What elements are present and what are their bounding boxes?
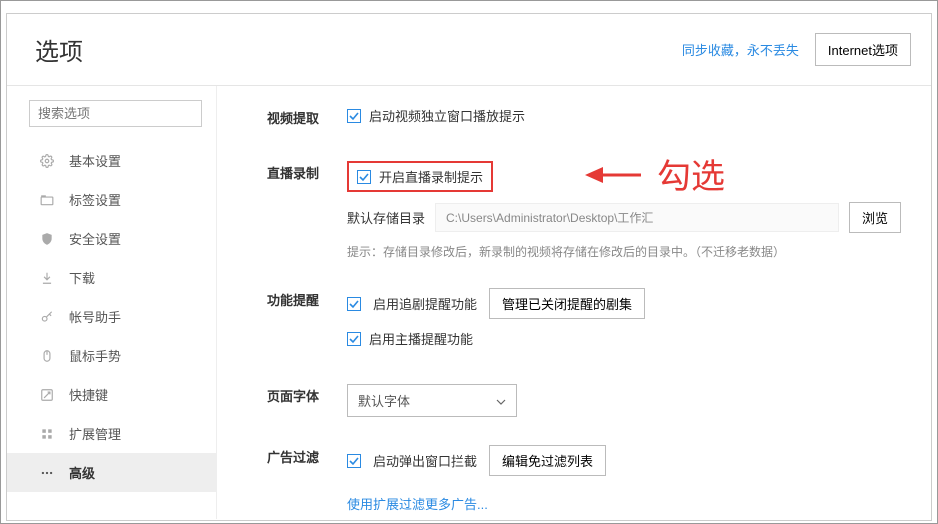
sidebar-item-label: 快捷键: [69, 385, 108, 404]
extension-icon: [39, 426, 55, 442]
sidebar-item-label: 帐号助手: [69, 307, 121, 326]
shield-icon: [39, 231, 55, 247]
sidebar-item-label: 基本设置: [69, 151, 121, 170]
dots-icon: [39, 465, 55, 481]
chevron-down-icon: [496, 393, 506, 408]
checkbox-live-record-label: 开启直播录制提示: [379, 167, 483, 186]
header: 选项 同步收藏，永不丢失 Internet选项: [7, 14, 931, 86]
sidebar-item-download[interactable]: 下载: [7, 258, 216, 297]
shortcut-icon: [39, 387, 55, 403]
sync-favorites-link[interactable]: 同步收藏，永不丢失: [682, 40, 799, 59]
content-panel: 视频提取 启动视频独立窗口播放提示 直播录制 开启直播录制提示: [217, 86, 931, 519]
checkbox-streamer-reminder-label: 启用主播提醒功能: [369, 329, 473, 348]
storage-dir-label: 默认存储目录: [347, 208, 425, 227]
page-title: 选项: [35, 32, 83, 67]
gear-icon: [39, 153, 55, 169]
sidebar: 基本设置标签设置安全设置下载帐号助手鼠标手势快捷键扩展管理高级: [7, 86, 217, 519]
sidebar-item-label: 安全设置: [69, 229, 121, 248]
sidebar-item-label: 扩展管理: [69, 424, 121, 443]
checkbox-popup-block[interactable]: [347, 454, 361, 468]
sidebar-item-gear[interactable]: 基本设置: [7, 141, 216, 180]
sidebar-item-label: 鼠标手势: [69, 346, 121, 365]
sidebar-item-label: 高级: [69, 463, 95, 482]
sidebar-item-label: 下载: [69, 268, 95, 287]
font-select[interactable]: 默认字体: [347, 384, 517, 417]
download-icon: [39, 270, 55, 286]
tab-icon: [39, 192, 55, 208]
section-reminder-label: 功能提醒: [267, 288, 347, 309]
section-font-label: 页面字体: [267, 384, 347, 405]
key-icon: [39, 309, 55, 325]
edit-whitelist-button[interactable]: 编辑免过滤列表: [489, 445, 606, 476]
sidebar-item-mouse[interactable]: 鼠标手势: [7, 336, 216, 375]
annotation-text: 勾选: [657, 149, 725, 198]
checkbox-video-popup[interactable]: [347, 109, 361, 123]
section-live-record-label: 直播录制: [267, 161, 347, 182]
more-adblock-link[interactable]: 使用扩展过滤更多广告...: [347, 494, 488, 513]
sidebar-item-tab[interactable]: 标签设置: [7, 180, 216, 219]
checkbox-streamer-reminder[interactable]: [347, 332, 361, 346]
sidebar-item-shield[interactable]: 安全设置: [7, 219, 216, 258]
section-adblock-label: 广告过滤: [267, 445, 347, 466]
internet-options-button[interactable]: Internet选项: [815, 33, 911, 66]
font-select-value: 默认字体: [358, 391, 410, 410]
checkbox-drama-reminder[interactable]: [347, 297, 361, 311]
storage-dir-hint: 提示：存储目录修改后，新录制的视频将存储在修改后的目录中。（不迁移老数据）: [347, 243, 901, 260]
annotation-highlight-box: 开启直播录制提示: [347, 161, 493, 192]
sidebar-item-key[interactable]: 帐号助手: [7, 297, 216, 336]
storage-dir-value: C:\Users\Administrator\Desktop\工作汇: [435, 203, 839, 232]
checkbox-drama-reminder-label: 启用追剧提醒功能: [373, 294, 477, 313]
browse-button[interactable]: 浏览: [849, 202, 901, 233]
checkbox-live-record[interactable]: [357, 170, 371, 184]
manage-closed-reminders-button[interactable]: 管理已关闭提醒的剧集: [489, 288, 645, 319]
sidebar-item-shortcut[interactable]: 快捷键: [7, 375, 216, 414]
section-video-extract-label: 视频提取: [267, 106, 347, 127]
mouse-icon: [39, 348, 55, 364]
sidebar-item-dots[interactable]: 高级: [7, 453, 216, 492]
search-input[interactable]: [29, 100, 202, 127]
annotation-arrow-icon: [583, 162, 643, 188]
checkbox-video-popup-label: 启动视频独立窗口播放提示: [369, 106, 525, 125]
checkbox-popup-block-label: 启动弹出窗口拦截: [373, 451, 477, 470]
sidebar-item-extension[interactable]: 扩展管理: [7, 414, 216, 453]
sidebar-item-label: 标签设置: [69, 190, 121, 209]
